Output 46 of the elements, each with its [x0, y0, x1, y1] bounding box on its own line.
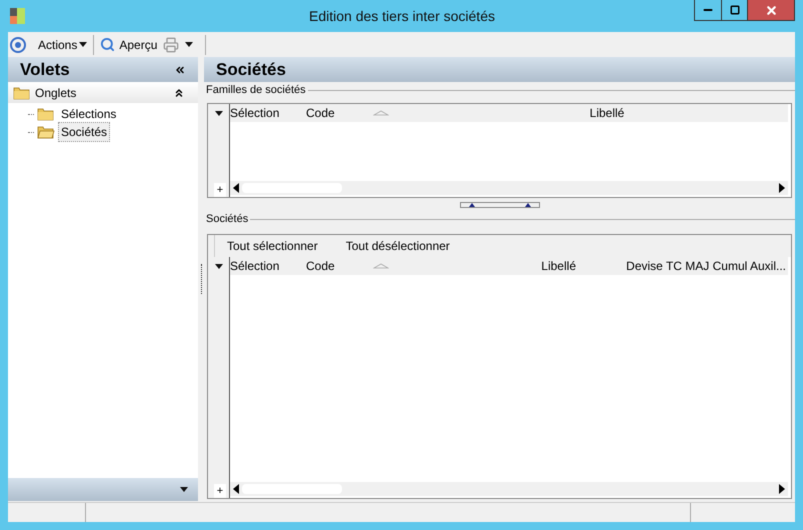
scroll-left-icon[interactable] — [232, 484, 240, 494]
collapse-up-icon[interactable] — [173, 86, 185, 98]
panel-title: Sociétés — [216, 58, 286, 81]
caret-icon[interactable] — [180, 487, 188, 492]
target-icon[interactable] — [10, 36, 26, 52]
sidebar-title: Volets — [20, 58, 71, 81]
column-header[interactable]: Sélection — [230, 104, 280, 122]
scroll-left-icon[interactable] — [232, 183, 240, 193]
folder-icon — [37, 107, 55, 121]
app-icon — [10, 8, 26, 24]
open-folder-icon — [37, 125, 55, 139]
close-button[interactable] — [748, 0, 794, 20]
add-row-button[interactable]: + — [214, 484, 226, 498]
column-header[interactable]: Sélection — [230, 257, 280, 275]
folder-icon — [13, 86, 31, 100]
scroll-right-icon[interactable] — [778, 484, 786, 494]
actions-button[interactable]: Actions — [38, 36, 88, 54]
sort-icon — [372, 110, 389, 116]
column-header[interactable]: Code — [306, 104, 335, 122]
column-header[interactable]: Code — [306, 257, 335, 275]
search-icon — [100, 37, 116, 52]
tree-item[interactable]: Sociétés — [58, 122, 110, 142]
tree-item[interactable]: Sélections — [58, 104, 120, 124]
select-button[interactable]: Tout sélectionner — [227, 237, 318, 255]
caret-icon[interactable] — [79, 42, 88, 47]
caret-icon[interactable] — [214, 264, 222, 268]
horizontal-scrollbar[interactable] — [230, 482, 788, 496]
group-label: Familles de sociétés — [205, 82, 306, 98]
select-button[interactable]: Tout désélectionner — [346, 237, 450, 255]
close-icon — [764, 4, 778, 16]
column-header[interactable]: Libellé — [590, 104, 624, 122]
column-header[interactable]: Devise TC MAJ Cumul Auxil... — [626, 257, 786, 275]
maximize-icon — [730, 5, 740, 15]
section-title: Onglets — [35, 84, 78, 102]
scroll-right-icon[interactable] — [778, 183, 786, 193]
column-header[interactable]: Libellé — [541, 257, 576, 275]
sort-icon — [372, 263, 389, 269]
caret-icon[interactable] — [214, 110, 222, 116]
preview-button[interactable]: Aperçu — [100, 36, 158, 54]
section-header[interactable]: Onglets — [8, 82, 198, 103]
group-label: Sociétés — [205, 212, 248, 227]
splitter-handle[interactable] — [460, 202, 540, 208]
add-row-button[interactable]: + — [214, 183, 226, 197]
caret-icon[interactable] — [185, 42, 194, 47]
horizontal-scrollbar[interactable] — [230, 181, 788, 195]
window-title: Edition des tiers inter sociétés — [309, 6, 495, 26]
